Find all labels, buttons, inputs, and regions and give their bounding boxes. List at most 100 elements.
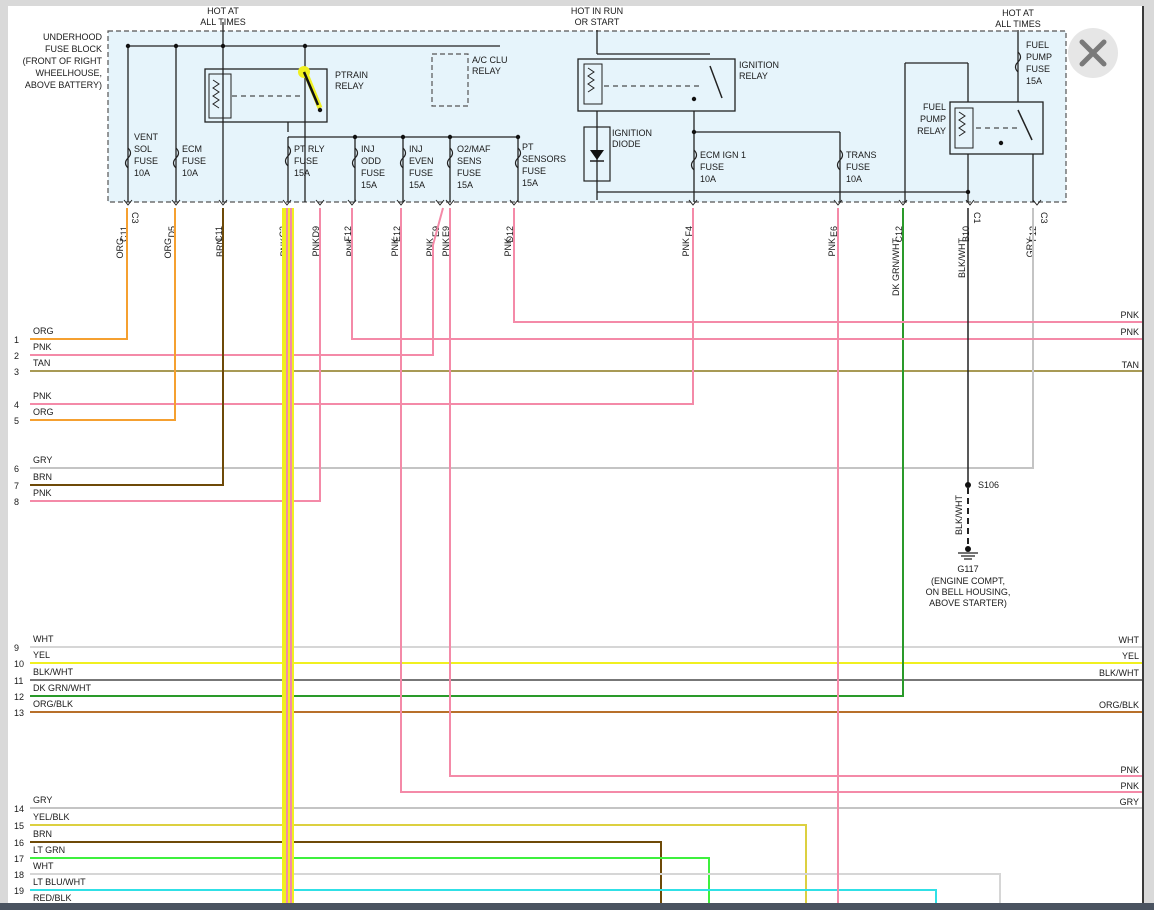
line-wire-label: BRN	[33, 829, 52, 839]
hot-in-run-label: OR START	[575, 17, 620, 27]
vent-sol-fuse-label: VENT	[134, 132, 159, 142]
vent-sol-fuse-label: SOL	[134, 144, 152, 154]
ac-clu-relay-label: RELAY	[472, 66, 501, 76]
wire-color-label: PNK	[681, 238, 691, 257]
line-wire-label: DK GRN/WHT	[33, 683, 91, 693]
right-wire-label: BLK/WHT	[1099, 668, 1140, 678]
line-number: 15	[14, 821, 24, 831]
line-wire-label: GRY	[33, 455, 52, 465]
vent-sol-fuse-label: 10A	[134, 168, 150, 178]
line-wire-label: WHT	[33, 634, 54, 644]
ground-symbol	[958, 552, 978, 560]
line-wire-label: PNK	[33, 342, 52, 352]
splice-s106	[965, 482, 971, 488]
wire-color-label: PNK	[503, 238, 513, 257]
fuse-block-label: WHEELHOUSE,	[35, 68, 102, 78]
ecm-ign1-fuse-label: 10A	[700, 174, 716, 184]
line-wire-label: WHT	[33, 861, 54, 871]
right-wire-label: YEL	[1122, 651, 1139, 661]
fuse-block-label: (FRONT OF RIGHT	[23, 56, 103, 66]
trans-fuse-label: FUSE	[846, 162, 870, 172]
line-number: 1	[14, 335, 19, 345]
vent-sol-fuse-label: FUSE	[134, 156, 158, 166]
ignition-diode-label: DIODE	[612, 139, 641, 149]
junction-dot	[125, 43, 131, 49]
junction-dot	[965, 189, 971, 195]
connector-id: C3	[1039, 212, 1049, 224]
line-wire-label: BRN	[33, 472, 52, 482]
pt-sensors-fuse-label: PT	[522, 142, 534, 152]
fuel-pump-fuse-label: PUMP	[1026, 52, 1052, 62]
wire-org	[30, 208, 176, 421]
inj-odd-fuse-label: 15A	[361, 180, 377, 190]
pt-sensors-fuse-label: SENSORS	[522, 154, 566, 164]
wire-yelblk	[30, 824, 807, 904]
line-number: 11	[14, 676, 23, 686]
line-wire-label: BLK/WHT	[33, 667, 74, 677]
wire-pnk	[449, 208, 1142, 777]
fuel-pump-fuse-label: FUSE	[1026, 64, 1050, 74]
trans-fuse-label: 10A	[846, 174, 862, 184]
fuse-block-label: UNDERHOOD	[43, 32, 103, 42]
pt-rly-fuse-label: 15A	[294, 168, 310, 178]
splice-label: S106	[978, 480, 999, 490]
fuse-block-label: FUSE BLOCK	[45, 44, 102, 54]
inj-even-fuse-label: FUSE	[409, 168, 433, 178]
wire-color-label: ORG	[115, 238, 125, 259]
fuel-pump-relay-label: RELAY	[917, 126, 946, 136]
inj-even-fuse-label: INJ	[409, 144, 423, 154]
junction-dot	[515, 134, 521, 140]
junction-dot	[302, 43, 308, 49]
right-wire-label: PNK	[1120, 781, 1139, 791]
ignition-diode-label: IGNITION	[612, 128, 652, 138]
fuel-pump-relay-label: FUEL	[923, 102, 946, 112]
ptrain-relay-label: RELAY	[335, 81, 364, 91]
ground-description: ABOVE STARTER)	[929, 598, 1007, 608]
wire-dkgrnwht	[30, 208, 904, 697]
junction-dot	[447, 134, 453, 140]
contact-dot	[998, 140, 1004, 146]
pt-rly-fuse-label: PT RLY	[294, 144, 325, 154]
junction-dot	[400, 134, 406, 140]
ptrain-relay-label: PTRAIN	[335, 70, 368, 80]
fuel-pump-fuse-label: 15A	[1026, 76, 1042, 86]
hot-in-run-label: HOT IN RUN	[571, 6, 623, 16]
inj-odd-fuse-label: INJ	[361, 144, 375, 154]
wire-pnk	[30, 208, 694, 405]
wire-pnk	[400, 208, 1142, 793]
ecm-fuse-label: ECM	[182, 144, 202, 154]
close-button[interactable]	[1068, 28, 1118, 78]
wire-color-label: BLK/WHT	[954, 494, 964, 535]
line-number: 7	[14, 481, 19, 491]
bottom-scrollbar[interactable]	[0, 903, 1154, 910]
right-wire-label: PNK	[1120, 765, 1139, 775]
wiring-diagram: UNDERHOOD FUSE BLOCK (FRONT OF RIGHT WHEELH…	[14, 6, 1142, 907]
contact-dot	[317, 107, 323, 113]
wire-ltbluwht	[30, 889, 937, 904]
fuel-pump-fuse-label: FUEL	[1026, 40, 1049, 50]
junction-dot	[352, 134, 358, 140]
inj-even-fuse-label: EVEN	[409, 156, 434, 166]
line-number: 3	[14, 367, 19, 377]
wire-color-label: PNK	[390, 238, 400, 257]
line-number: 13	[14, 708, 24, 718]
wire-color-label: BLK/WHT	[957, 238, 967, 279]
ground-label: G117	[957, 564, 978, 574]
fuel-pump-relay-label: PUMP	[920, 114, 946, 124]
wiring-diagram-sheet: UNDERHOOD FUSE BLOCK (FRONT OF RIGHT WHEELH…	[8, 6, 1144, 910]
line-wire-label: ORG/BLK	[33, 699, 73, 709]
line-number: 8	[14, 497, 19, 507]
line-number: 18	[14, 870, 24, 880]
ecm-ign1-fuse-label: ECM IGN 1	[700, 150, 746, 160]
line-number: 4	[14, 400, 19, 410]
pt-sensors-fuse-label: FUSE	[522, 166, 546, 176]
line-number: 9	[14, 643, 19, 653]
right-wire-label: WHT	[1119, 635, 1140, 645]
line-wire-label: YEL/BLK	[33, 812, 70, 822]
ecm-fuse-label: FUSE	[182, 156, 206, 166]
ignition-relay-label: RELAY	[739, 71, 768, 81]
line-number: 6	[14, 464, 19, 474]
line-wire-label: LT GRN	[33, 845, 65, 855]
o2-maf-fuse-label: FUSE	[457, 168, 481, 178]
junction-dot	[220, 43, 226, 49]
